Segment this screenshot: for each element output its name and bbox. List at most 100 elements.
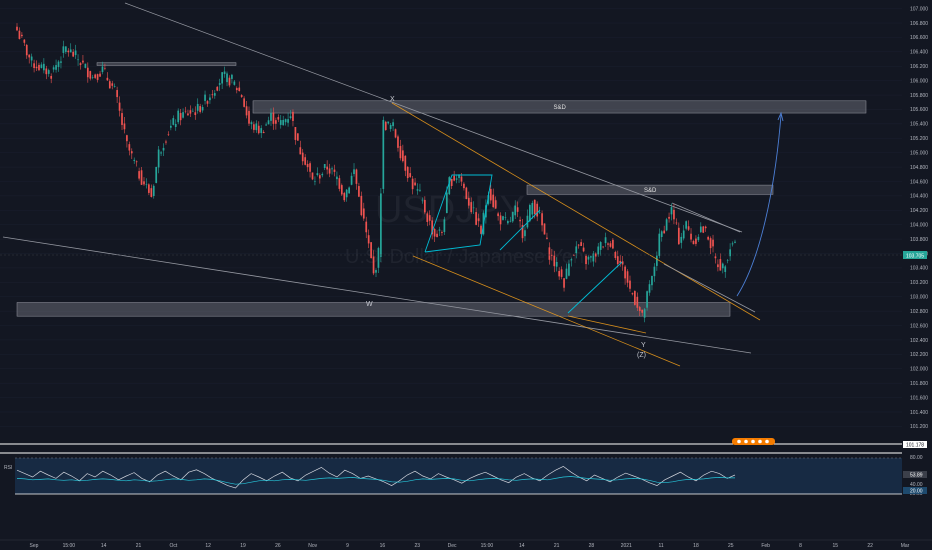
candle-body	[223, 71, 226, 75]
candle-body	[660, 231, 663, 237]
candle-body	[414, 182, 416, 186]
candle-body	[507, 220, 509, 224]
candle-body	[428, 215, 431, 221]
price-tick-label: 101.200	[910, 424, 928, 430]
candle-body	[565, 268, 568, 279]
candle-body	[668, 216, 670, 219]
candle-body	[216, 86, 219, 91]
candle-body	[699, 226, 702, 233]
candle-body	[663, 230, 666, 234]
candle-body	[294, 127, 297, 140]
time-tick-label: 2021	[621, 543, 632, 549]
candle-body	[135, 161, 138, 163]
candle-body	[502, 216, 504, 220]
candle-body	[226, 73, 228, 83]
candle-body	[206, 101, 209, 104]
candle-body	[84, 63, 87, 68]
candle-body	[480, 225, 482, 234]
indicator-control-dot-4[interactable]	[758, 439, 762, 444]
candle-body	[475, 212, 477, 225]
time-tick-label: 12	[205, 543, 211, 549]
price-tick-label: 105.400	[910, 122, 928, 128]
candle-body	[35, 66, 38, 69]
candle-body	[411, 178, 414, 190]
indicator-control-dot-2[interactable]	[744, 439, 748, 444]
candle-body	[670, 207, 673, 215]
zone-rect[interactable]	[16, 302, 731, 317]
time-tick-label: 9	[346, 543, 349, 549]
indicator-controls[interactable]	[732, 438, 775, 445]
candle-body	[531, 202, 534, 215]
candle-body	[450, 178, 453, 186]
candle-body	[626, 271, 629, 283]
indicator-control-dot-1[interactable]	[737, 439, 741, 444]
candle-body	[419, 189, 421, 191]
candle-body	[306, 163, 309, 168]
candle-body	[282, 119, 285, 126]
time-tick-label: 11	[659, 543, 664, 549]
candle-body	[279, 120, 282, 125]
candle-body	[245, 106, 248, 116]
candle-body	[140, 170, 143, 185]
candle-body	[96, 74, 99, 80]
candle-body	[287, 119, 289, 123]
candle-body	[643, 309, 646, 318]
time-tick-label: 22	[867, 543, 873, 549]
candle-body	[621, 261, 624, 265]
candle-body	[558, 270, 561, 277]
indicator-control-dot-5[interactable]	[765, 439, 769, 444]
candle-body	[409, 173, 412, 177]
candle-body	[55, 65, 57, 70]
candle-body	[533, 199, 536, 215]
candle-body	[655, 255, 658, 266]
rsi-level-label: 20.00	[910, 489, 923, 495]
candle-body	[392, 122, 394, 127]
candle-body	[94, 74, 97, 78]
candle-body	[590, 256, 592, 258]
price-tick-label: 102.600	[910, 323, 928, 329]
candle-body	[160, 152, 162, 154]
candle-body	[599, 242, 602, 250]
candle-body	[492, 194, 495, 208]
candle-body	[582, 247, 585, 252]
candle-body	[511, 211, 514, 222]
candle-body	[465, 187, 468, 200]
candle-body	[309, 163, 311, 172]
trading-chart[interactable]: USDJPY U.S. Dollar / Japanese Yen S&DS&D…	[0, 0, 932, 550]
candle-body	[72, 51, 75, 57]
price-tick-label: 106.800	[910, 21, 928, 27]
candle-body	[702, 226, 705, 233]
candle-body	[687, 226, 690, 230]
candle-body	[260, 128, 263, 134]
candle-body	[40, 64, 43, 68]
candle-body	[331, 168, 333, 170]
candle-body	[91, 77, 94, 78]
candle-body	[250, 122, 253, 125]
candle-body	[580, 242, 582, 246]
candle-body	[709, 238, 712, 249]
candle-body	[726, 259, 729, 261]
current-price-label: 103.705	[906, 254, 924, 260]
candle-body	[436, 233, 438, 238]
candle-body	[69, 49, 72, 53]
rsi-tick-label: 80.00	[910, 455, 923, 461]
candle-body	[265, 124, 267, 126]
candle-body	[416, 189, 419, 191]
candle-body	[402, 150, 404, 162]
price-tick-label: 104.800	[910, 165, 928, 171]
candle-body	[343, 192, 346, 201]
candle-body	[211, 94, 214, 96]
zone-label: S&D	[554, 105, 567, 111]
candle-body	[167, 134, 170, 136]
candle-body	[721, 263, 724, 269]
time-tick-label: Dec	[448, 543, 457, 549]
zone-rect[interactable]	[96, 62, 237, 66]
candle-body	[636, 296, 639, 308]
candle-body	[629, 280, 631, 289]
watermark-symbol: USDJPY	[375, 189, 525, 231]
candle-body	[191, 110, 194, 112]
candle-body	[233, 81, 236, 85]
candle-body	[568, 263, 570, 276]
candle-body	[52, 67, 55, 70]
indicator-control-dot-3[interactable]	[751, 439, 755, 444]
